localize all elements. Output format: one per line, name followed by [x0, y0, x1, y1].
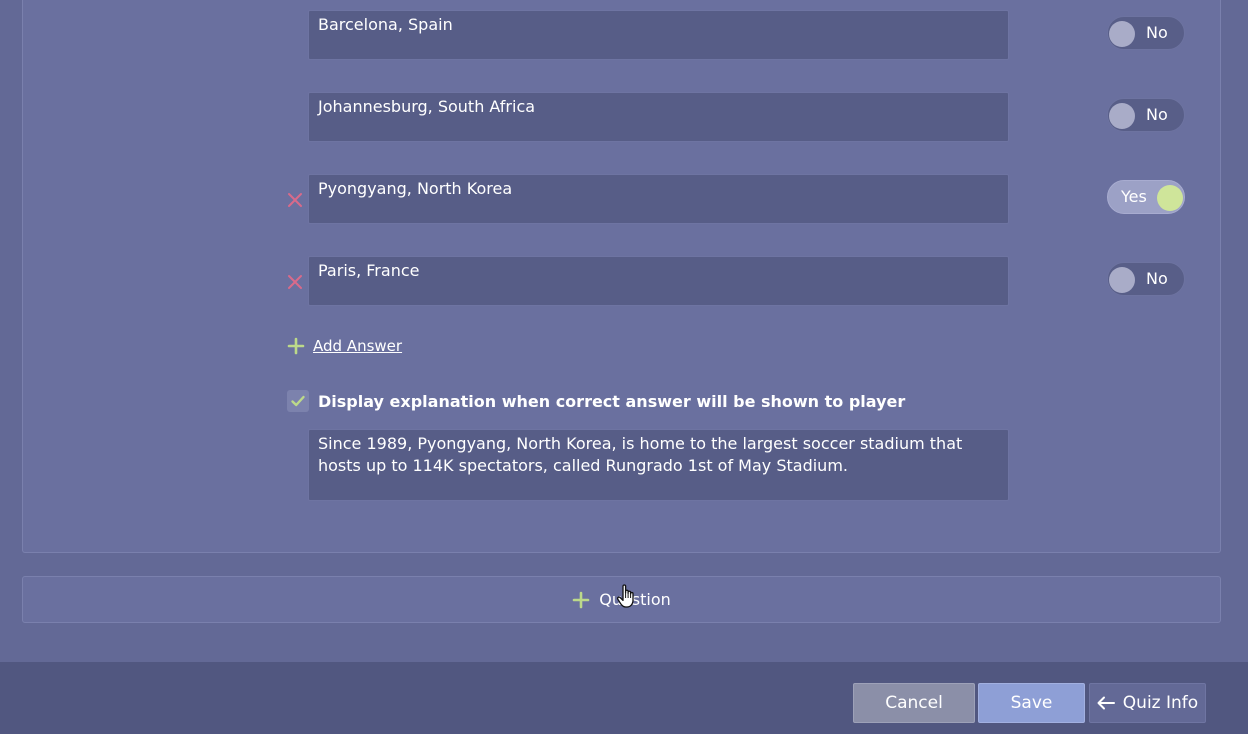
quiz-editor-scroll-area[interactable]: Barcelona, Spain No Johannesburg, South …: [0, 0, 1248, 662]
toggle-label: Yes: [1121, 187, 1147, 206]
add-answer-button[interactable]: Add Answer: [287, 334, 402, 358]
correct-answer-toggle[interactable]: No: [1107, 16, 1185, 50]
close-icon[interactable]: [286, 191, 304, 209]
correct-answer-toggle[interactable]: No: [1107, 262, 1185, 296]
hand-pointer-icon: [616, 584, 634, 608]
add-answer-label: Add Answer: [313, 337, 403, 355]
explanation-toggle: Display explanation when correct answer …: [287, 390, 905, 412]
quiz-info-button[interactable]: Quiz Info: [1089, 683, 1206, 723]
toggle-label: No: [1146, 269, 1168, 288]
answer-row: Johannesburg, South Africa No: [0, 92, 1248, 142]
correct-answer-toggle[interactable]: Yes: [1107, 180, 1185, 214]
explanation-checkbox-label: Display explanation when correct answer …: [318, 391, 906, 411]
answer-input[interactable]: Paris, France: [308, 256, 1009, 306]
answer-row: Pyongyang, North Korea Yes: [0, 174, 1248, 224]
explanation-checkbox[interactable]: [287, 390, 309, 412]
close-icon[interactable]: [286, 273, 304, 291]
plus-icon: [287, 337, 305, 355]
toggle-label: No: [1146, 105, 1168, 124]
explanation-textarea[interactable]: Since 1989, Pyongyang, North Korea, is h…: [308, 429, 1009, 501]
toggle-knob: [1109, 267, 1135, 293]
answer-input[interactable]: Pyongyang, North Korea: [308, 174, 1009, 224]
arrow-left-icon: [1097, 696, 1115, 710]
answer-row: Barcelona, Spain No: [0, 10, 1248, 60]
cancel-button[interactable]: Cancel: [853, 683, 975, 723]
toggle-knob: [1109, 21, 1135, 47]
check-icon: [291, 395, 305, 407]
toggle-knob: [1109, 103, 1135, 129]
toggle-label: No: [1146, 23, 1168, 42]
plus-icon: [572, 591, 590, 608]
toggle-knob: [1157, 185, 1183, 211]
answer-row: Paris, France No: [0, 256, 1248, 306]
save-button[interactable]: Save: [978, 683, 1085, 723]
answer-input[interactable]: Johannesburg, South Africa: [308, 92, 1009, 142]
footer-bar: Cancel Save Quiz Info: [0, 662, 1248, 734]
correct-answer-toggle[interactable]: No: [1107, 98, 1185, 132]
answer-input[interactable]: Barcelona, Spain: [308, 10, 1009, 60]
quiz-info-label: Quiz Info: [1122, 693, 1199, 713]
